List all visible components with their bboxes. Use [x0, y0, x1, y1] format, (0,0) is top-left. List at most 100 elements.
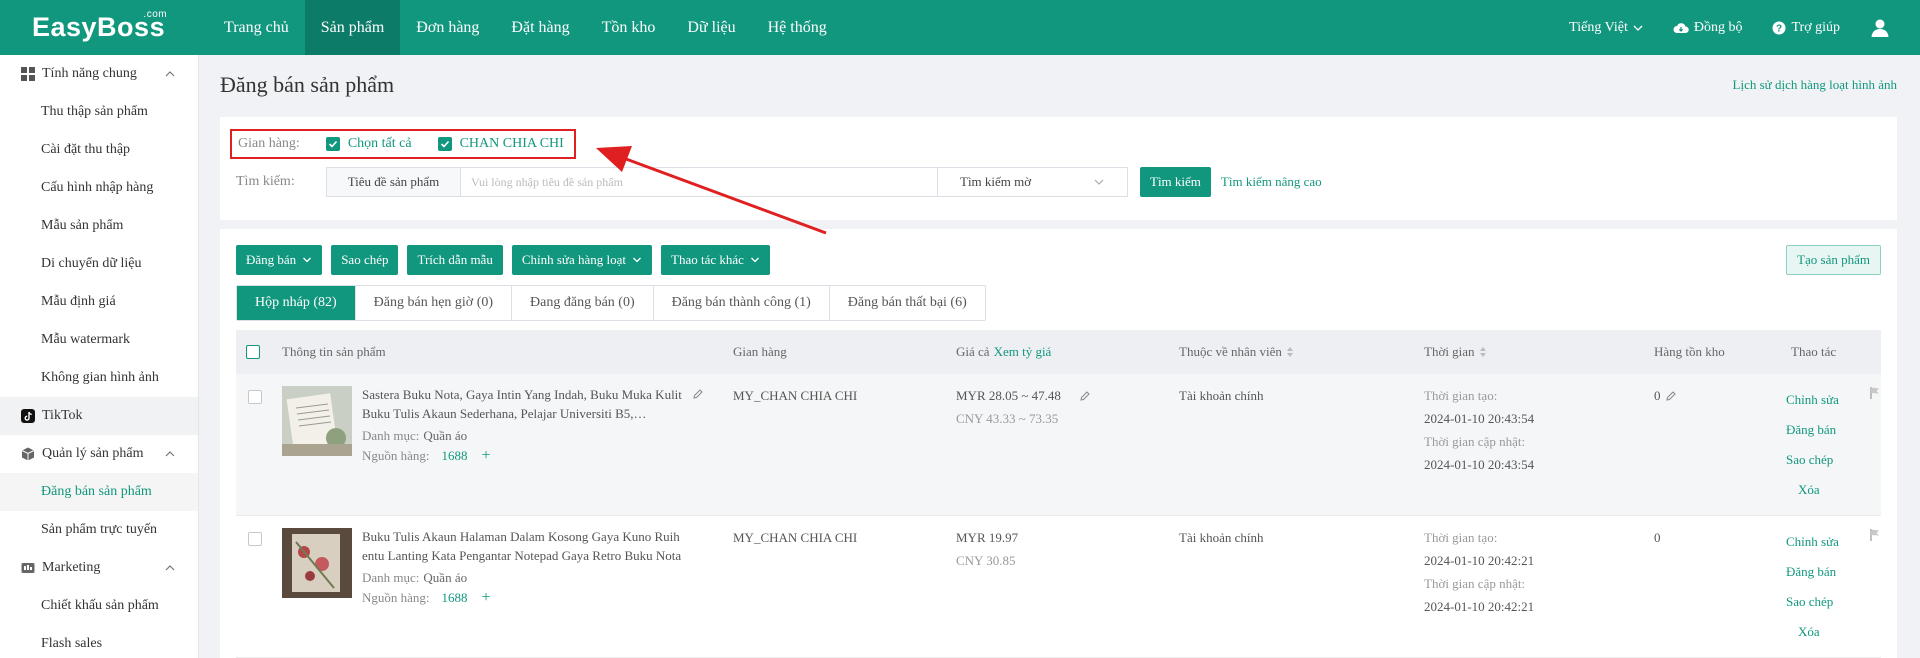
- svg-text:?: ?: [1776, 23, 1782, 34]
- extract-template-button[interactable]: Trích dẫn mẫu: [407, 245, 503, 275]
- image-translation-history-link[interactable]: Lịch sử dịch hàng loạt hình ảnh: [1733, 77, 1897, 93]
- add-source-icon[interactable]: +: [482, 447, 491, 464]
- search-field-value: Tiêu đề sản phẩm: [347, 174, 440, 189]
- flag-icon[interactable]: [1869, 386, 1881, 400]
- help-label: Trợ giúp: [1791, 19, 1840, 35]
- tab-failed[interactable]: Đăng bán thất bại (6): [830, 286, 985, 320]
- logo[interactable]: EasyBoss .com: [32, 9, 167, 43]
- sidebar-item-online-products[interactable]: Sản phẩm trực tuyến: [0, 511, 198, 549]
- status-tabs: Hộp nháp (82) Đăng bán hẹn giờ (0) Đang …: [236, 285, 986, 321]
- search-mode-select[interactable]: Tìm kiếm mờ: [938, 167, 1128, 197]
- row-checkbox[interactable]: [248, 532, 262, 546]
- search-mode-value: Tìm kiếm mờ: [960, 174, 1032, 189]
- sidebar-item-pricing-template[interactable]: Mẫu định giá: [0, 283, 198, 321]
- shop-filter-highlight: Gian hàng: Chọn tất cả CHAN CHIA CHI: [230, 129, 576, 159]
- table-row: Buku Tulis Akaun Halaman Dalam Kosong Ga…: [236, 516, 1881, 658]
- bulk-edit-dropdown-button[interactable]: Chỉnh sửa hàng loạt: [511, 245, 653, 275]
- product-category: Danh mục: Quần áo: [362, 428, 468, 443]
- view-exchange-rate-link[interactable]: Xem tỷ giá: [994, 330, 1052, 374]
- advanced-search-link[interactable]: Tìm kiếm nâng cao: [1221, 174, 1322, 190]
- sort-icon: [1479, 347, 1486, 357]
- created-label: Thời gian tạo:: [1424, 530, 1498, 545]
- nav-system[interactable]: Hệ thống: [752, 0, 843, 55]
- publish-link[interactable]: Đăng bán: [1786, 422, 1836, 438]
- nav-data[interactable]: Dữ liệu: [671, 0, 751, 55]
- sidebar-item-flash-sales[interactable]: Flash sales: [0, 625, 198, 658]
- marketing-icon: [21, 561, 35, 575]
- edit-link[interactable]: Chỉnh sửa: [1786, 392, 1839, 408]
- sidebar-item-product-discount[interactable]: Chiết khấu sản phẩm: [0, 587, 198, 625]
- chevron-down-icon: [1633, 25, 1643, 31]
- top-navbar: EasyBoss .com Trang chủ Sản phẩm Đơn hàng…: [0, 0, 1920, 55]
- sidebar-group-products[interactable]: Quản lý sản phẩm: [0, 435, 198, 473]
- grid-icon: [21, 67, 35, 81]
- product-thumbnail[interactable]: [282, 528, 352, 598]
- language-select[interactable]: Tiếng Việt: [1569, 20, 1643, 36]
- create-product-button[interactable]: Tạo sản phẩm: [1786, 245, 1881, 275]
- col-owner[interactable]: Thuộc về nhân viên: [1179, 330, 1294, 374]
- sidebar-group-marketing[interactable]: Marketing: [0, 549, 198, 587]
- publish-dropdown-button[interactable]: Đăng bán: [236, 245, 323, 275]
- delete-link[interactable]: Xóa: [1798, 624, 1820, 640]
- sidebar-item-product-template[interactable]: Mẫu sản phẩm: [0, 207, 198, 245]
- edit-icon[interactable]: [692, 388, 704, 400]
- sidebar-item-collect-products[interactable]: Thu thập sản phẩm: [0, 93, 198, 131]
- search-field-select[interactable]: Tiêu đề sản phẩm: [326, 167, 460, 197]
- col-shop: Gian hàng: [733, 344, 787, 359]
- sidebar-item-publish-products[interactable]: Đăng bán sản phẩm: [0, 473, 198, 511]
- sidebar-item-import-config[interactable]: Cấu hình nhập hàng: [0, 169, 198, 207]
- main-nav: Trang chủ Sản phẩm Đơn hàng Đặt hàng Tồn…: [208, 0, 843, 55]
- shop-name: MY_CHAN CHIA CHI: [733, 530, 858, 545]
- nav-inventory[interactable]: Tồn kho: [586, 0, 672, 55]
- product-list-panel: Đăng bán Sao chép Trích dẫn mẫu Chỉnh sử…: [220, 229, 1897, 658]
- col-time[interactable]: Thời gian: [1424, 330, 1487, 374]
- sync-button[interactable]: Đồng bộ: [1673, 20, 1742, 36]
- help-button[interactable]: ? Trợ giúp: [1772, 20, 1840, 36]
- sidebar-item-watermark[interactable]: Mẫu watermark: [0, 321, 198, 359]
- shop-checkbox[interactable]: CHAN CHIA CHI: [437, 136, 564, 152]
- chevron-up-icon: [165, 565, 175, 571]
- row-checkbox[interactable]: [248, 390, 262, 404]
- nav-purchase[interactable]: Đặt hàng: [495, 0, 585, 55]
- stock-value: 0: [1654, 388, 1661, 403]
- other-actions-dropdown-button[interactable]: Thao tác khác: [661, 245, 770, 275]
- nav-orders[interactable]: Đơn hàng: [400, 0, 495, 55]
- search-button[interactable]: Tìm kiếm: [1140, 167, 1211, 197]
- product-title[interactable]: Sastera Buku Nota, Gaya Intin Yang Indah…: [362, 385, 682, 423]
- nav-products[interactable]: Sản phẩm: [304, 0, 401, 55]
- col-product: Thông tin sản phẩm: [282, 344, 386, 359]
- product-source: Nguồn hàng: 1688 +: [362, 589, 491, 606]
- tab-drafts[interactable]: Hộp nháp (82): [237, 286, 356, 320]
- user-icon: [1871, 19, 1889, 37]
- help-icon: ?: [1772, 21, 1786, 34]
- tab-published[interactable]: Đăng bán thành công (1): [654, 286, 830, 320]
- nav-home[interactable]: Trang chủ: [208, 0, 305, 55]
- tab-scheduled[interactable]: Đăng bán hẹn giờ (0): [356, 286, 513, 320]
- product-title[interactable]: Buku Tulis Akaun Halaman Dalam Kosong Ga…: [362, 527, 682, 565]
- sidebar-group-general[interactable]: Tính năng chung: [0, 55, 198, 93]
- copy-link[interactable]: Sao chép: [1786, 594, 1833, 610]
- sidebar-group-label: Marketing: [42, 560, 101, 575]
- chevron-up-icon: [165, 71, 175, 77]
- add-source-icon[interactable]: +: [482, 589, 491, 606]
- select-all-rows-checkbox[interactable]: [246, 345, 260, 359]
- edit-icon[interactable]: [1665, 390, 1677, 402]
- chevron-down-icon: [303, 257, 312, 263]
- tab-publishing[interactable]: Đang đăng bán (0): [512, 286, 654, 320]
- product-category: Danh mục: Quần áo: [362, 570, 468, 585]
- copy-link[interactable]: Sao chép: [1786, 452, 1833, 468]
- publish-link[interactable]: Đăng bán: [1786, 564, 1836, 580]
- copy-button[interactable]: Sao chép: [331, 245, 399, 275]
- search-input[interactable]: Vui lòng nhập tiêu đề sản phẩm: [460, 167, 938, 197]
- flag-icon[interactable]: [1869, 528, 1881, 542]
- sidebar-item-image-space[interactable]: Không gian hình ảnh: [0, 359, 198, 397]
- edit-link[interactable]: Chỉnh sửa: [1786, 534, 1839, 550]
- sidebar-item-collect-settings[interactable]: Cài đặt thu thập: [0, 131, 198, 169]
- user-avatar[interactable]: [1870, 18, 1890, 38]
- select-all-checkbox[interactable]: Chọn tất cả: [325, 136, 412, 152]
- sidebar-item-data-migration[interactable]: Di chuyển dữ liệu: [0, 245, 198, 283]
- sidebar-group-tiktok[interactable]: TikTok: [0, 397, 198, 435]
- product-thumbnail[interactable]: [282, 386, 352, 456]
- delete-link[interactable]: Xóa: [1798, 482, 1820, 498]
- edit-icon[interactable]: [1079, 390, 1091, 402]
